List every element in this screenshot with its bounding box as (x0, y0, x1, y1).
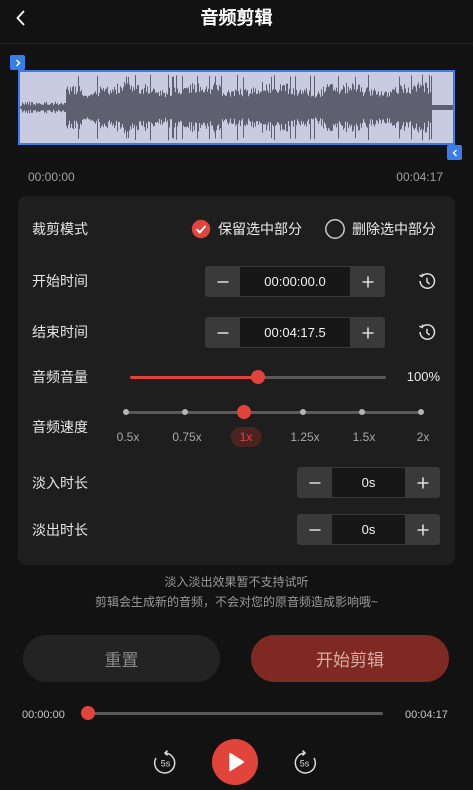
speed-stop-dot[interactable] (182, 409, 188, 415)
plus-icon (362, 327, 373, 338)
speed-stop-dot[interactable] (300, 409, 306, 415)
start-time-decrement-button[interactable] (205, 266, 240, 297)
fade-in-increment-button[interactable] (405, 467, 440, 498)
start-trim-button[interactable]: 开始剪辑 (251, 635, 449, 682)
start-time-increment-button[interactable] (350, 266, 385, 297)
waveform (20, 74, 453, 141)
new-file-note: 剪辑会生成新的音频，不会对您的原音频造成影响哦~ (94, 595, 378, 609)
speed-slider-track[interactable] (126, 411, 421, 414)
forward-label: 5s (300, 759, 310, 769)
player-total-time: 00:04:17 (405, 709, 448, 721)
trim-option-delete[interactable]: 删除选中部分 (325, 219, 436, 239)
end-time-stepper: 00:04:17.5 (205, 317, 385, 348)
speed-stop-dot[interactable] (123, 409, 129, 415)
trim-option-keep[interactable]: 保留选中部分 (191, 219, 302, 239)
volume-label: 音频音量 (32, 369, 88, 385)
fade-in-label: 淡入时长 (32, 475, 88, 491)
end-time-label: 结束时间 (32, 324, 88, 340)
speed-option-label[interactable]: 1.5x (353, 428, 376, 446)
fade-out-input[interactable]: 0s (332, 515, 405, 544)
fade-out-label: 淡出时长 (32, 522, 88, 538)
fade-out-stepper: 0s (297, 514, 440, 545)
speed-option-label[interactable]: 0.5x (117, 428, 140, 446)
plus-icon (362, 276, 373, 287)
waveform-path (21, 74, 432, 141)
radio-check-icon (191, 219, 211, 239)
selection-end-handle[interactable] (447, 145, 462, 160)
plus-icon (417, 477, 428, 488)
speed-stop-dot[interactable] (418, 409, 424, 415)
speed-option-label[interactable]: 1x (230, 427, 262, 447)
reset-button[interactable]: 重置 (23, 635, 220, 682)
fade-in-input[interactable]: 0s (332, 468, 405, 497)
clock-reset-icon (419, 324, 436, 341)
volume-value: 100% (406, 369, 440, 384)
page-title: 音频剪辑 (200, 8, 273, 28)
selection-start-handle[interactable] (10, 55, 25, 70)
waveform-tail (430, 105, 453, 110)
header-divider (0, 43, 473, 44)
minus-icon (217, 331, 228, 334)
end-time-input[interactable]: 00:04:17.5 (240, 318, 350, 347)
forward-5s-button[interactable]: 5s (291, 748, 319, 776)
speed-stop-dot[interactable] (359, 409, 365, 415)
fade-preview-note: 淡入淡出效果暂不支持试听 (164, 575, 309, 589)
forward-icon: 5s (294, 750, 317, 774)
chevron-left-icon (452, 149, 457, 156)
play-icon (229, 752, 245, 772)
rewind-icon: 5s (153, 750, 176, 774)
speed-label: 音频速度 (32, 419, 88, 435)
speed-slider-thumb[interactable] (237, 405, 251, 419)
trim-mode-label: 裁剪模式 (32, 221, 88, 237)
speed-option-label[interactable]: 0.75x (172, 428, 201, 446)
end-time-decrement-button[interactable] (205, 317, 240, 348)
trim-option-label: 保留选中部分 (218, 221, 302, 237)
start-time-reset-button[interactable] (417, 271, 437, 291)
start-time-stepper: 00:00:00.0 (205, 266, 385, 297)
player-progress-thumb[interactable] (81, 706, 95, 720)
radio-circle-icon (325, 219, 345, 239)
rewind-5s-button[interactable]: 5s (151, 748, 179, 776)
chevron-right-icon (15, 59, 20, 66)
volume-slider-thumb[interactable] (251, 370, 265, 384)
fade-in-stepper: 0s (297, 467, 440, 498)
player-current-time: 00:00:00 (22, 709, 65, 721)
player-progress-track[interactable] (88, 712, 383, 715)
speed-option-label[interactable]: 1.25x (290, 428, 319, 446)
plus-icon (417, 524, 428, 535)
selection-end-time: 00:04:17 (396, 170, 443, 184)
minus-icon (309, 481, 320, 484)
fade-in-decrement-button[interactable] (297, 467, 332, 498)
clock-reset-icon (419, 273, 436, 290)
minus-icon (217, 280, 228, 283)
fade-out-increment-button[interactable] (405, 514, 440, 545)
end-time-increment-button[interactable] (350, 317, 385, 348)
fade-out-decrement-button[interactable] (297, 514, 332, 545)
minus-icon (309, 528, 320, 531)
speed-option-label[interactable]: 2x (417, 428, 430, 446)
selection-start-time: 00:00:00 (28, 170, 75, 184)
start-time-label: 开始时间 (32, 273, 88, 289)
rewind-label: 5s (161, 759, 171, 769)
play-button[interactable] (212, 739, 258, 785)
end-time-reset-button[interactable] (417, 322, 437, 342)
volume-slider-fill (130, 376, 258, 379)
start-time-input[interactable]: 00:00:00.0 (240, 267, 350, 296)
trim-option-label: 删除选中部分 (352, 221, 436, 237)
waveform-selection[interactable] (18, 70, 455, 145)
